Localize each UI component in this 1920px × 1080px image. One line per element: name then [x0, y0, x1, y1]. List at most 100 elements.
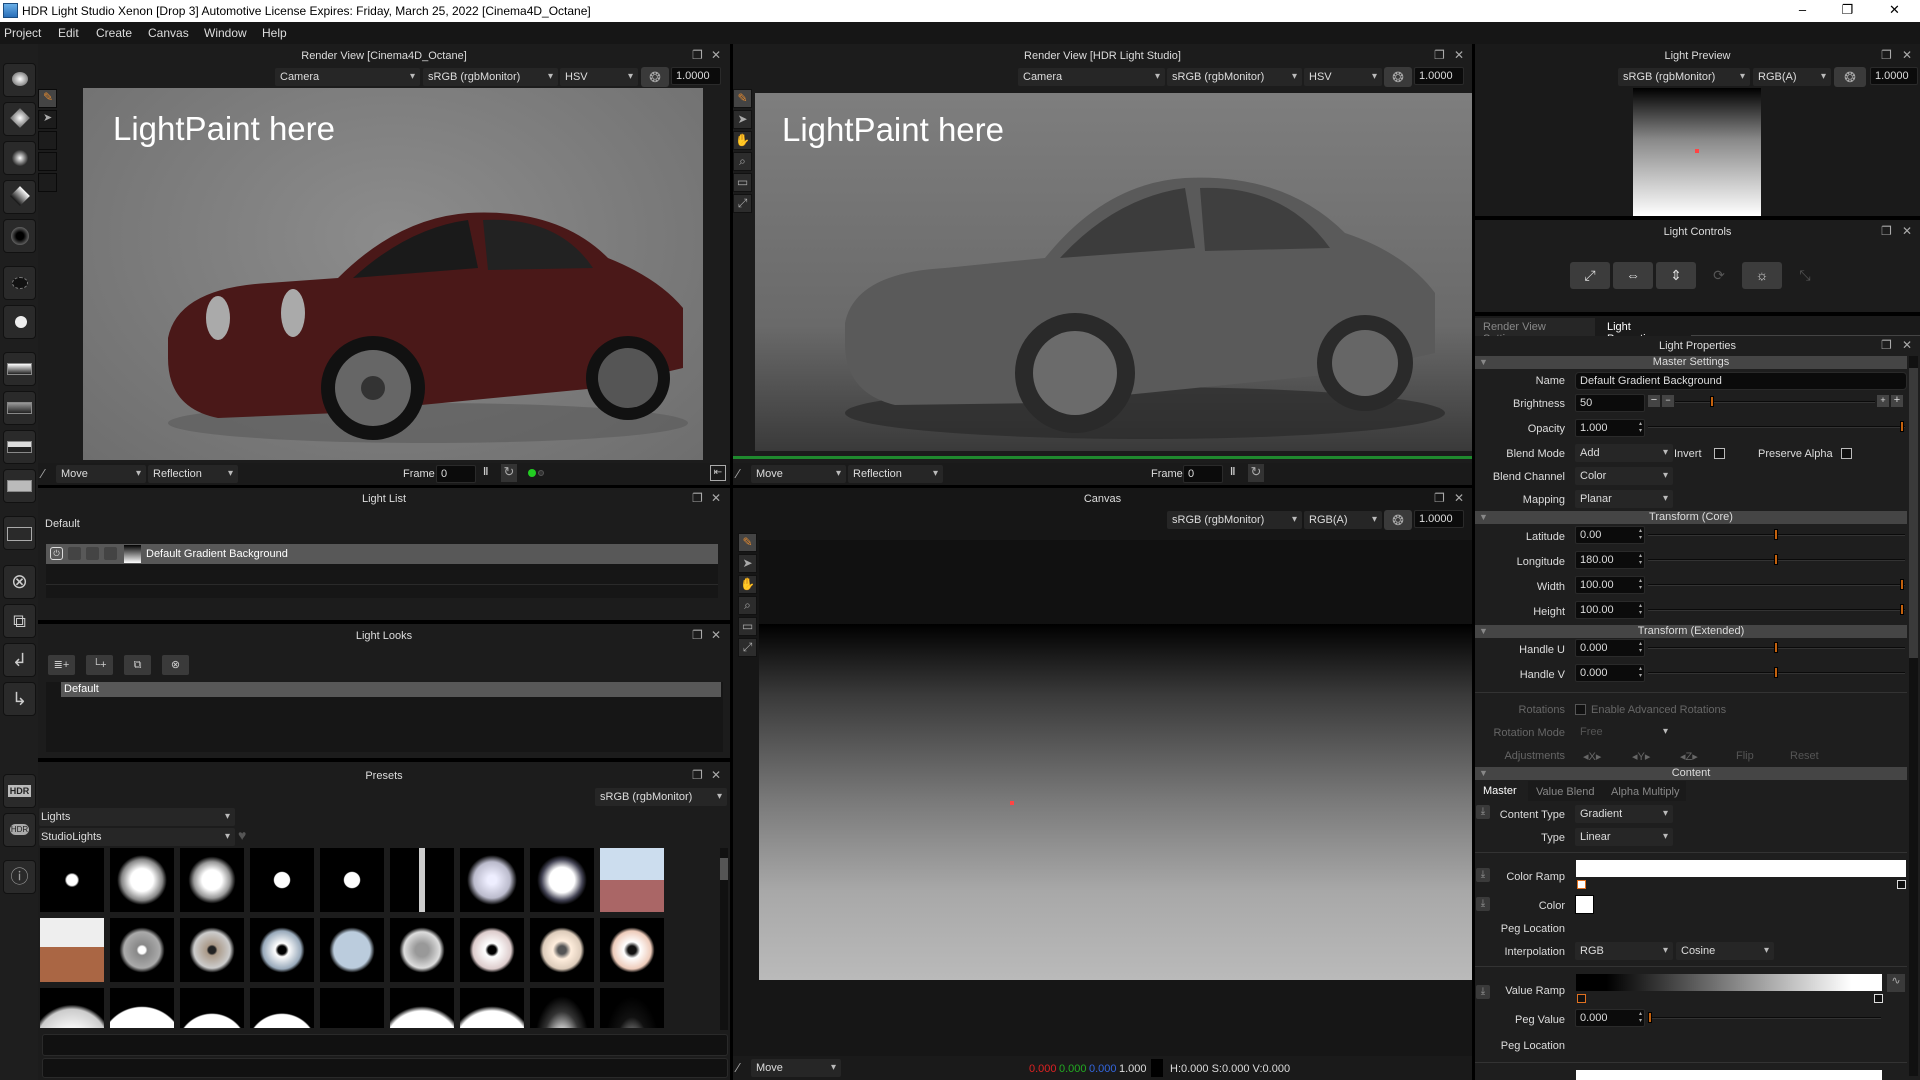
delete-look-button[interactable]: ⊗ [162, 655, 189, 675]
preset-thumbnail[interactable] [600, 848, 664, 912]
float-panel-icon[interactable]: ❐ [692, 768, 703, 782]
dock-icon[interactable]: ⇤ [710, 465, 726, 481]
color-ramp-peg-end[interactable] [1897, 880, 1906, 889]
display-mode-dropdown[interactable]: HSV [1304, 68, 1382, 86]
preset-thumbnail[interactable] [320, 988, 384, 1028]
peg-value-slider[interactable] [1648, 1012, 1881, 1023]
adjust-z-button[interactable]: ◂Z▸ [1680, 750, 1698, 763]
close-panel-icon[interactable]: ✕ [1902, 338, 1912, 352]
menu-project[interactable]: Project [4, 26, 41, 40]
close-panel-icon[interactable]: ✕ [711, 768, 721, 782]
brightness-input[interactable]: 50 [1575, 394, 1645, 412]
interpolation-curve-dropdown[interactable]: Cosine [1676, 942, 1774, 960]
preset-thumbnail[interactable] [180, 918, 244, 982]
width-slider[interactable] [1648, 579, 1905, 590]
sky-tool[interactable] [3, 430, 36, 464]
slider-thumb[interactable] [1774, 642, 1778, 653]
toolbox-slot[interactable] [38, 152, 57, 171]
exposure-input[interactable]: 1.0000 [1414, 510, 1464, 528]
float-panel-icon[interactable]: ❐ [1881, 224, 1892, 238]
zoom-region-tool[interactable]: ▭ [733, 173, 752, 192]
zoom-fit-tool[interactable]: ⤢ [738, 638, 757, 657]
preset-thumbnail[interactable] [460, 988, 524, 1028]
soft-light-tool[interactable] [3, 141, 36, 175]
width-input[interactable]: 100.00 ▴ ▾ [1575, 576, 1645, 594]
color-swatch[interactable] [1575, 895, 1594, 914]
content-tab-alpha-multiply[interactable]: Alpha Multiply [1611, 786, 1679, 798]
stretch-control-button[interactable]: ⤡ [1785, 262, 1825, 289]
alpha-ramp-bar[interactable] [1576, 1070, 1882, 1080]
brightness-increase-button[interactable]: + [1877, 395, 1889, 407]
undo-button[interactable]: ↲ [3, 643, 36, 677]
maximize-button[interactable]: ❐ [1825, 0, 1870, 22]
minimize-button[interactable]: – [1780, 0, 1825, 22]
float-panel-icon[interactable]: ❐ [1434, 48, 1445, 62]
brightness-decrease-button[interactable]: − [1662, 395, 1674, 407]
opacity-slider[interactable] [1648, 421, 1905, 432]
tab-render-view-settings[interactable]: Render View Settings [1475, 318, 1595, 345]
spinner-icon[interactable]: ▴ ▾ [1639, 603, 1642, 617]
opacity-input[interactable]: 1.000 ▴ ▾ [1575, 419, 1645, 437]
frame-input[interactable]: 0 [1183, 465, 1223, 483]
slider-thumb[interactable] [1900, 604, 1904, 615]
preset-thumbnail[interactable] [460, 848, 524, 912]
preset-thumbnail[interactable] [110, 918, 174, 982]
peg-value-input[interactable]: 0.000 ▴ ▾ [1575, 1009, 1645, 1027]
brightness-decrease-large-button[interactable]: − [1648, 395, 1660, 407]
scrollbar-thumb[interactable] [1909, 368, 1918, 658]
close-panel-icon[interactable]: ✕ [1454, 491, 1464, 505]
light-groups-tool[interactable] [3, 516, 36, 550]
float-panel-icon[interactable]: ❐ [1881, 48, 1892, 62]
brightness-increase-large-button[interactable]: + [1891, 395, 1903, 407]
spinner-icon[interactable]: ▴ ▾ [1639, 421, 1642, 435]
canvas-mode-dropdown[interactable]: RGB(A) [1304, 511, 1382, 529]
preset-thumbnail[interactable] [320, 918, 384, 982]
duplicate-light-button[interactable]: ⧉ [3, 604, 36, 638]
value-ramp-bar[interactable] [1576, 974, 1882, 991]
toolbox-slot[interactable] [38, 131, 57, 150]
close-panel-icon[interactable]: ✕ [711, 628, 721, 642]
float-panel-icon[interactable]: ❐ [692, 628, 703, 642]
float-panel-icon[interactable]: ❐ [692, 48, 703, 62]
float-panel-icon[interactable]: ❐ [1434, 491, 1445, 505]
rotation-mode-dropdown[interactable]: Free [1575, 723, 1673, 741]
add-child-look-button[interactable]: └+ [86, 655, 113, 675]
preset-thumbnail[interactable] [530, 918, 594, 982]
exposure-aperture-icon[interactable]: ❂ [1834, 67, 1866, 87]
render-viewport-hdr[interactable]: LightPaint here [755, 93, 1472, 451]
render-viewport-c4d[interactable]: LightPaint here [83, 88, 703, 460]
slider-thumb[interactable] [1900, 421, 1904, 432]
spinner-icon[interactable]: ▴ ▾ [1639, 528, 1642, 542]
hdr-refresh-button[interactable]: HDR [3, 813, 36, 847]
tool-dropdown[interactable]: Move [56, 465, 146, 483]
preset-thumbnail[interactable] [110, 988, 174, 1028]
tab-light-properties[interactable]: Light Properties [1603, 318, 1683, 345]
paint-brush-tool[interactable]: ✎ [738, 533, 757, 552]
flip-button[interactable]: Flip [1736, 750, 1754, 762]
slider-thumb[interactable] [1648, 1012, 1652, 1023]
exposure-input[interactable]: 1.0000 [1870, 67, 1918, 85]
adjust-y-button[interactable]: ◂Y▸ [1632, 750, 1650, 763]
float-panel-icon[interactable]: ❐ [692, 491, 703, 505]
presets-colorspace-dropdown[interactable]: sRGB (rgbMonitor) [595, 788, 727, 806]
duplicate-look-button[interactable]: ⧉ [124, 655, 151, 675]
tool-dropdown[interactable]: Move [751, 465, 846, 483]
select-tool[interactable]: ➤ [738, 554, 757, 573]
canvas-colorspace-dropdown[interactable]: sRGB (rgbMonitor) [1167, 511, 1302, 529]
paint-brush-tool[interactable]: ✎ [733, 89, 752, 108]
zoom-tool[interactable]: ⌕ [738, 596, 757, 615]
zoom-region-tool[interactable]: ▭ [738, 617, 757, 636]
look-item-default[interactable]: Default [61, 682, 721, 697]
zoom-tool[interactable]: ⌕ [733, 152, 752, 171]
menu-window[interactable]: Window [204, 26, 247, 40]
preset-thumbnail[interactable] [320, 848, 384, 912]
sun-light-tool[interactable] [3, 305, 36, 339]
close-panel-icon[interactable]: ✕ [711, 48, 721, 62]
preset-thumbnail[interactable] [40, 918, 104, 982]
spot-light-tool[interactable] [3, 63, 36, 97]
hdri-map-tool[interactable] [3, 391, 36, 425]
brightness-slider[interactable] [1675, 396, 1875, 407]
refresh-button[interactable]: ↻ [1248, 464, 1264, 482]
preset-thumbnail[interactable] [530, 848, 594, 912]
preview-colorspace-dropdown[interactable]: sRGB (rgbMonitor) [1618, 68, 1750, 86]
